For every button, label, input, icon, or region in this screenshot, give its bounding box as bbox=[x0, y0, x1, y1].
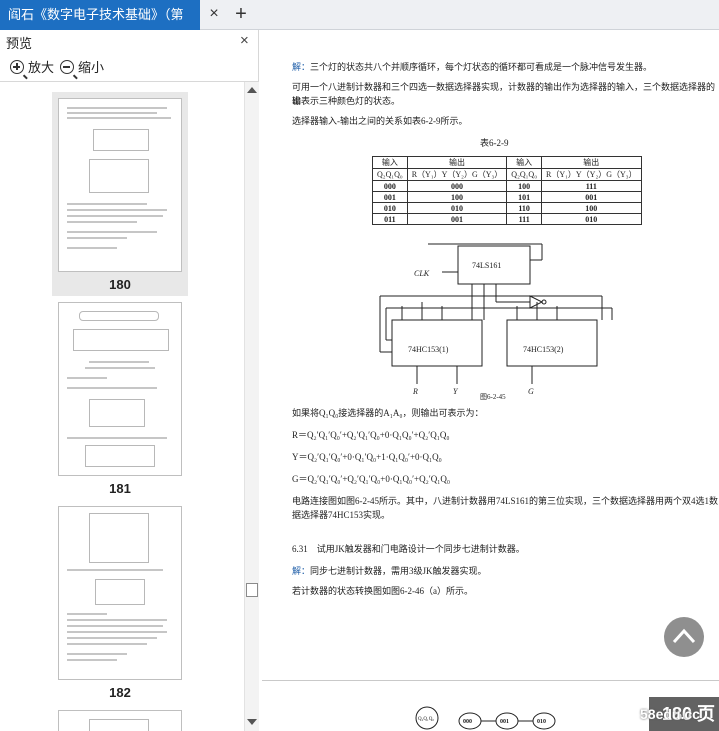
y-output-label: Y bbox=[453, 387, 459, 396]
table-cell: 111 bbox=[506, 213, 542, 225]
table-header: 输出 bbox=[541, 156, 642, 169]
figure-caption: 图6-2-45 bbox=[480, 393, 506, 401]
doc-text: 据选择器74HC153实现。 bbox=[292, 510, 391, 520]
doc-text: 出表示三种颜色灯的状态。 bbox=[292, 96, 401, 106]
table-title: 表6-2-9 bbox=[480, 138, 509, 148]
table-header: 输出 bbox=[406, 156, 508, 169]
tab-close-icon[interactable]: × bbox=[205, 5, 223, 23]
thumbnail-page[interactable]: 182 bbox=[52, 500, 188, 708]
thumbnail-image bbox=[58, 302, 182, 476]
mux2-chip bbox=[506, 319, 598, 367]
table-subheader: R（Y₁）Y（Y₂）G（Y₃） bbox=[541, 168, 642, 181]
table-cell: 110 bbox=[506, 202, 542, 214]
table-cell: 100 bbox=[506, 180, 542, 192]
chevron-up-icon bbox=[672, 628, 696, 644]
r-output-label: R bbox=[412, 387, 418, 396]
table-row: 011 001 111 010 bbox=[372, 213, 642, 225]
table-cell: 000 bbox=[406, 180, 508, 192]
table-row: 001 100 101 001 bbox=[372, 191, 642, 203]
table-cell: 100 bbox=[406, 191, 508, 203]
document-tab[interactable]: 阎石《数字电子技术基础》（第 bbox=[0, 0, 200, 30]
new-tab-button[interactable]: + bbox=[230, 3, 252, 25]
thumbnail-page[interactable]: 181 bbox=[52, 296, 188, 504]
doc-text: 三个灯的状态共八个并顺序循环，每个灯状态的循环都可看成是一个脉冲信号发生器。 bbox=[310, 62, 653, 72]
table-cell: 011 bbox=[372, 213, 408, 225]
zoom-toolbar: 放大 缩小 bbox=[0, 52, 259, 82]
state-label: Q₂Q₁Q₀ bbox=[418, 717, 434, 722]
thumbnail-page-number: 181 bbox=[109, 481, 131, 496]
doc-text: 如果将Q₁Q₀接选择器的A₁A₀，则输出可表示为： bbox=[292, 408, 484, 418]
table-cell: 001 bbox=[372, 191, 408, 203]
zoom-out-button[interactable]: 缩小 bbox=[60, 58, 104, 78]
table-header: 输入 bbox=[506, 156, 542, 169]
g-output-label: G bbox=[528, 387, 534, 396]
mux1-label: 74HC153(1) bbox=[408, 345, 449, 354]
zoom-in-label: 放大 bbox=[28, 60, 55, 75]
state-label: 000 bbox=[463, 719, 472, 725]
circuit-diagram: 74LS161 74HC153(1) 74HC153(2) CLK R Y G bbox=[379, 243, 613, 396]
thumbnail-page[interactable] bbox=[52, 704, 188, 731]
thumbnail-scrollbar[interactable] bbox=[244, 82, 259, 731]
table-cell: 001 bbox=[406, 213, 508, 225]
scroll-to-top-button[interactable] bbox=[664, 617, 704, 657]
panel-header: 预览 × bbox=[0, 30, 259, 52]
table-header: 输入 bbox=[372, 156, 408, 169]
tab-bar: 阎石《数字电子技术基础》（第 × + bbox=[0, 0, 719, 30]
table-subheader: R（Y₁）Y（Y₂）G（Y₃） bbox=[406, 168, 508, 181]
thumbnail-image bbox=[58, 710, 182, 731]
watermark: 58edu.cc bbox=[640, 706, 700, 722]
table-subheader: Q₂Q₁Q₀ bbox=[372, 168, 408, 181]
scrollbar-thumb[interactable] bbox=[246, 583, 258, 597]
state-label: 010 bbox=[537, 719, 546, 725]
state-diagram: Q₂Q₁Q₀ 000 001 010 bbox=[415, 706, 556, 730]
equation-g: G＝Q₂′Q₁′Q₀′+Q₂′Q₁′Q₀+0·Q₁Q₀′+Q₂′Q₁Q₀ bbox=[292, 474, 451, 484]
zoom-in-icon bbox=[10, 60, 24, 74]
table-cell: 100 bbox=[541, 202, 642, 214]
question-title: 6.31 试用JK触发器和门电路设计一个同步七进制计数器。 bbox=[292, 544, 525, 554]
panel-title: 预览 bbox=[6, 36, 33, 51]
doc-text: 电路连接图如图6-2-45所示。其中，八进制计数器用74LS161的第三位实现，… bbox=[292, 496, 718, 506]
thumbnail-page-number: 182 bbox=[109, 685, 131, 700]
scroll-up-icon[interactable] bbox=[247, 87, 257, 93]
table-cell: 010 bbox=[541, 213, 642, 225]
doc-text: 同步七进制计数器，需用3级JK触发器实现。 bbox=[310, 566, 487, 576]
answer-label: 解： bbox=[292, 62, 311, 72]
doc-text: 选择器输入-输出之间的关系如表6-2-9所示。 bbox=[292, 116, 468, 126]
counter-label: 74LS161 bbox=[472, 261, 501, 270]
mux2-label: 74HC153(2) bbox=[523, 345, 564, 354]
zoom-in-button[interactable]: 放大 bbox=[10, 58, 54, 78]
answer-label: 解： bbox=[292, 566, 311, 576]
thumbnail-list: 180 181 182 bbox=[0, 82, 244, 731]
table-subheader: Q₂Q₁Q₀ bbox=[506, 168, 542, 181]
scroll-down-icon[interactable] bbox=[247, 719, 257, 725]
preview-panel: 预览 × 放大 缩小 180 181 182 bbox=[0, 30, 259, 731]
zoom-out-icon bbox=[60, 60, 74, 74]
equation-r: R＝Q₂′Q₁′Q₀′+Q₂′Q₁′Q₀+0·Q₁Q₀′+Q₂′Q₁Q₀ bbox=[292, 430, 450, 440]
doc-text: 若计数器的状态转换图如图6-2-46（a）所示。 bbox=[292, 586, 473, 596]
document-view: 解：三个灯的状态共八个并顺序循环，每个灯状态的循环都可看成是一个脉冲信号发生器。… bbox=[262, 30, 719, 731]
clk-label: CLK bbox=[414, 269, 430, 278]
mux1-chip bbox=[391, 319, 483, 367]
thumbnail-page[interactable]: 180 bbox=[52, 92, 188, 300]
table-row: 000 000 100 111 bbox=[372, 180, 642, 192]
panel-close-icon[interactable]: × bbox=[240, 32, 249, 49]
table-cell: 010 bbox=[372, 202, 408, 214]
table-cell: 010 bbox=[406, 202, 508, 214]
thumbnail-image bbox=[58, 506, 182, 680]
equation-y: Y＝Q₂′Q₁′Q₀′+0·Q₁′Q₀+1·Q₁Q₀′+0·Q₁Q₀ bbox=[292, 452, 442, 462]
thumbnail-image bbox=[58, 98, 182, 272]
table-cell: 101 bbox=[506, 191, 542, 203]
table-cell: 111 bbox=[541, 180, 642, 192]
table-cell: 001 bbox=[541, 191, 642, 203]
table-row: 010 010 110 100 bbox=[372, 202, 642, 214]
zoom-out-label: 缩小 bbox=[78, 60, 105, 75]
truth-table: 输入 输出 输入 输出 Q₂Q₁Q₀ R（Y₁）Y（Y₂）G（Y₃） Q₂Q₁Q… bbox=[372, 156, 642, 225]
page-divider bbox=[262, 680, 719, 681]
thumbnail-page-number: 180 bbox=[109, 277, 131, 292]
state-label: 001 bbox=[500, 719, 509, 725]
table-cell: 000 bbox=[372, 180, 408, 192]
